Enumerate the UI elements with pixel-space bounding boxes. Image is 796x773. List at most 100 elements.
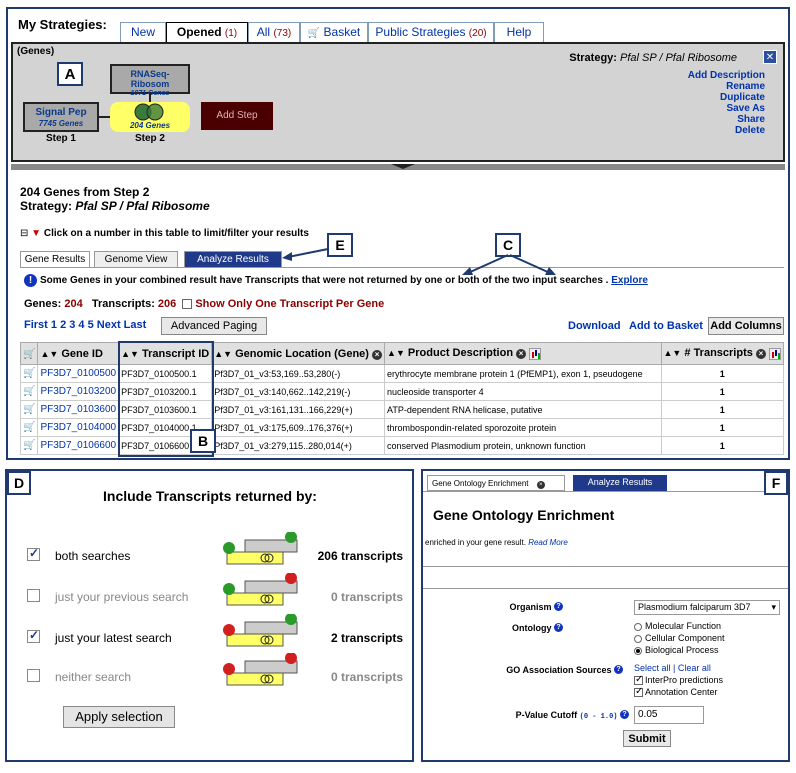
add-columns-button[interactable]: Add Columns	[708, 317, 784, 335]
option-label: both searches	[55, 549, 131, 563]
tab-divider	[423, 491, 788, 492]
tab-opened[interactable]: Opened (1)	[166, 22, 248, 43]
gene-id-link[interactable]: PF3D7_0104000	[37, 418, 120, 437]
sort-icon: ▲▼	[40, 348, 59, 359]
divider	[423, 566, 788, 567]
organism-select[interactable]: Plasmodium falciparum 3D7 ▾	[634, 600, 780, 615]
tab-genome-view[interactable]: Genome View	[94, 251, 178, 268]
apply-selection-button[interactable]: Apply selection	[63, 706, 175, 728]
save-as-link[interactable]: Save As	[688, 103, 765, 114]
tab-all[interactable]: All (73)	[248, 22, 300, 42]
previous-search-checkbox[interactable]	[27, 589, 40, 602]
step1-box[interactable]: Signal Pep 7745 Genes	[23, 102, 99, 132]
tab-help[interactable]: Help	[494, 22, 544, 42]
pvalue-input[interactable]: 0.05	[634, 706, 704, 724]
tab-analyze-results[interactable]: Analyze Results	[573, 475, 667, 491]
share-link[interactable]: Share	[688, 114, 765, 125]
explore-link[interactable]: Explore	[611, 275, 648, 286]
step2-label: Step 2	[134, 133, 165, 144]
close-tab-icon[interactable]: ×	[536, 481, 545, 489]
transcript-filter-panel: D Include Transcripts returned by: both …	[5, 469, 414, 762]
submit-button[interactable]: Submit	[623, 730, 671, 747]
tab-analyze-results[interactable]: Analyze Results	[184, 251, 282, 268]
pager[interactable]: First 1 2 3 4 5 Next Last	[24, 319, 146, 331]
close-icon[interactable]: ✕	[763, 50, 777, 64]
read-more-link[interactable]: Read More	[528, 538, 568, 547]
ontology-option-cc[interactable]: Cellular Component	[634, 633, 725, 643]
bar-chart-icon[interactable]	[529, 347, 542, 360]
gene-id-link[interactable]: PF3D7_0106600	[37, 436, 120, 455]
sort-icon: ▲▼	[663, 348, 682, 359]
genomic-location-header[interactable]: ▲▼ Genomic Location (Gene) ×	[211, 342, 386, 365]
download-link[interactable]: Download	[568, 320, 621, 332]
go-subtitle: enriched in your gene result. Read More	[425, 538, 568, 547]
label-b: B	[190, 429, 216, 453]
bar-chart-icon[interactable]	[769, 347, 781, 360]
basket-col-header[interactable]: 🛒	[19, 342, 39, 365]
collapse-icon[interactable]: ⊟	[20, 228, 28, 239]
genomic-location: Pf3D7_01_v3:53,169..53,280(-)	[211, 364, 386, 383]
product-description: nucleoside transporter 4	[384, 382, 662, 401]
tab-gene-results[interactable]: Gene Results	[20, 251, 90, 268]
label-a: A	[57, 62, 83, 86]
rename-link[interactable]: Rename	[688, 81, 765, 92]
help-icon[interactable]: ?	[614, 665, 623, 674]
arrow-e	[282, 248, 329, 261]
results-heading: 204 Genes from Step 2	[20, 185, 150, 199]
help-icon[interactable]: ?	[554, 602, 563, 611]
panel-resize-handle[interactable]	[11, 164, 785, 170]
gene-id-header[interactable]: ▲▼ Gene ID	[37, 342, 120, 365]
transcripts-count-header[interactable]: ▲▼ # Transcripts ×	[660, 342, 784, 365]
add-step-button[interactable]: Add Step	[201, 102, 273, 130]
add-description-link[interactable]: Add Description	[688, 70, 765, 81]
neither-search-checkbox[interactable]	[27, 669, 40, 682]
delete-link[interactable]: Delete	[688, 125, 765, 136]
basket-icon[interactable]: 🛒	[23, 386, 35, 397]
gene-id-link[interactable]: PF3D7_0103600	[37, 400, 120, 419]
add-to-basket-link[interactable]: Add to Basket	[629, 320, 703, 332]
option-count: 2 transcripts	[330, 631, 403, 645]
gene-id-link[interactable]: PF3D7_0103200	[37, 382, 120, 401]
tab-public-strategies[interactable]: Public Strategies (20)	[368, 22, 494, 42]
gene-id-link[interactable]: PF3D7_0100500	[37, 364, 120, 383]
both-searches-checkbox[interactable]	[27, 546, 40, 561]
latest-search-icon	[223, 614, 298, 647]
show-one-transcript-checkbox[interactable]	[182, 299, 193, 310]
tab-new[interactable]: New	[120, 22, 166, 42]
genomic-location: Pf3D7_01_v3:279,115..280,014(+)	[211, 436, 386, 455]
tab-divider	[20, 267, 784, 268]
advanced-paging-button[interactable]: Advanced Paging	[161, 317, 267, 335]
help-icon[interactable]: ?	[554, 623, 563, 632]
basket-icon[interactable]: 🛒	[23, 422, 35, 433]
tab-go-enrichment[interactable]: Gene Ontology Enrichment ×	[427, 475, 565, 491]
source-annotation-center[interactable]: Annotation Center	[634, 686, 718, 698]
option-both-searches: both searches 206 transcripts	[25, 532, 409, 570]
basket-icon[interactable]: 🛒	[23, 440, 35, 451]
sort-icon: ▲▼	[214, 348, 233, 359]
tab-basket[interactable]: 🛒 Basket	[300, 22, 368, 42]
select-all-link[interactable]: Select all	[634, 663, 671, 673]
transcript-count: 1	[660, 382, 784, 401]
genomic-location: Pf3D7_01_v3:175,609..176,376(+)	[211, 418, 386, 437]
remove-column-icon[interactable]: ×	[755, 349, 766, 360]
help-icon[interactable]: ?	[620, 710, 629, 719]
transcript-count: 1	[660, 418, 784, 437]
strategy-panel: My Strategies: New Opened (1) All (73) 🛒…	[6, 7, 790, 460]
clear-all-link[interactable]: Clear all	[678, 663, 711, 673]
latest-search-checkbox[interactable]	[27, 628, 40, 643]
remove-column-icon[interactable]: ×	[372, 349, 383, 360]
ontology-option-mf[interactable]: Molecular Function	[634, 621, 721, 631]
step2-input-box[interactable]: RNASeq-Ribosom 1071 Genes	[110, 64, 190, 97]
duplicate-link[interactable]: Duplicate	[688, 92, 765, 103]
info-icon: !	[24, 274, 37, 287]
product-description-header[interactable]: ▲▼ Product Description ×	[384, 342, 662, 365]
option-label: just your previous search	[55, 590, 189, 604]
basket-icon[interactable]: 🛒	[23, 404, 35, 415]
step2-input-name: RNASeq-Ribosom	[130, 69, 170, 89]
source-interpro[interactable]: InterPro predictions	[634, 674, 723, 686]
ontology-option-bp[interactable]: Biological Process	[634, 645, 719, 655]
transcript-count: 1	[660, 436, 784, 455]
basket-icon[interactable]: 🛒	[23, 368, 35, 379]
step2-combined-box[interactable]: 204 Genes	[110, 102, 190, 132]
remove-column-icon[interactable]: ×	[516, 349, 527, 360]
